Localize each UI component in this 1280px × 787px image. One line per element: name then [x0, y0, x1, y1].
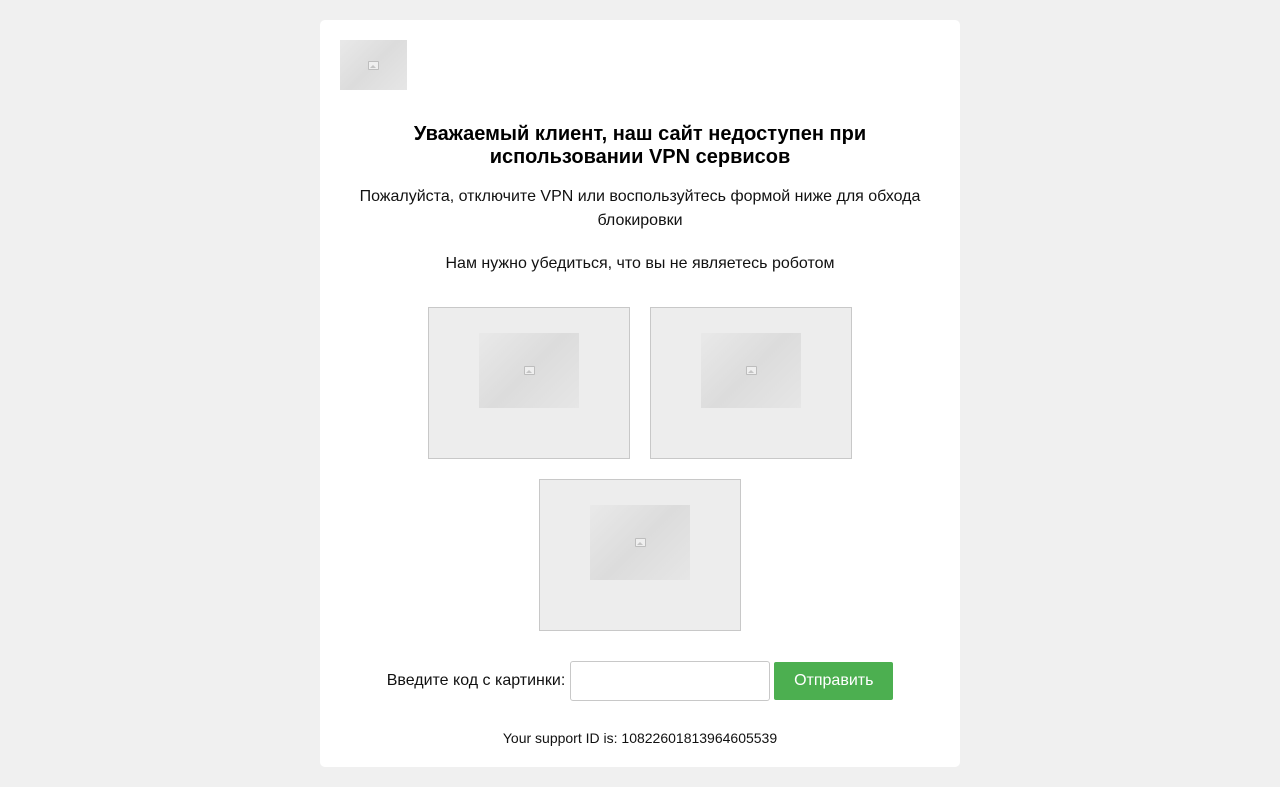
- vpn-instructions: Пожалуйста, отключите VPN или воспользуй…: [359, 188, 921, 229]
- broken-image-icon: [745, 366, 757, 375]
- broken-image-icon: [523, 366, 535, 375]
- captcha-image-placeholder: [701, 333, 801, 408]
- captcha-image-2[interactable]: [650, 307, 852, 459]
- robot-check-text: Нам нужно убедиться, что вы не являетесь…: [445, 255, 835, 272]
- submit-button[interactable]: Отправить: [774, 662, 894, 700]
- captcha-image-placeholder: [479, 333, 579, 408]
- captcha-code-input[interactable]: [570, 661, 771, 701]
- captcha-image-3[interactable]: [539, 479, 741, 631]
- captcha-image-1[interactable]: [428, 307, 630, 459]
- captcha-image-placeholder: [590, 505, 690, 580]
- support-id: Your support ID is: 10822601813964605539: [502, 730, 778, 746]
- page-title: Уважаемый клиент, наш сайт недоступен пр…: [413, 123, 867, 168]
- captcha-form: Введите код с картинки: Отправить: [320, 661, 960, 701]
- broken-image-icon: [368, 60, 379, 70]
- site-logo: [340, 40, 407, 90]
- broken-image-icon: [634, 538, 646, 547]
- captcha-code-label: Введите код с картинки:: [386, 672, 566, 689]
- vpn-block-card: Уважаемый клиент, наш сайт недоступен пр…: [320, 20, 960, 767]
